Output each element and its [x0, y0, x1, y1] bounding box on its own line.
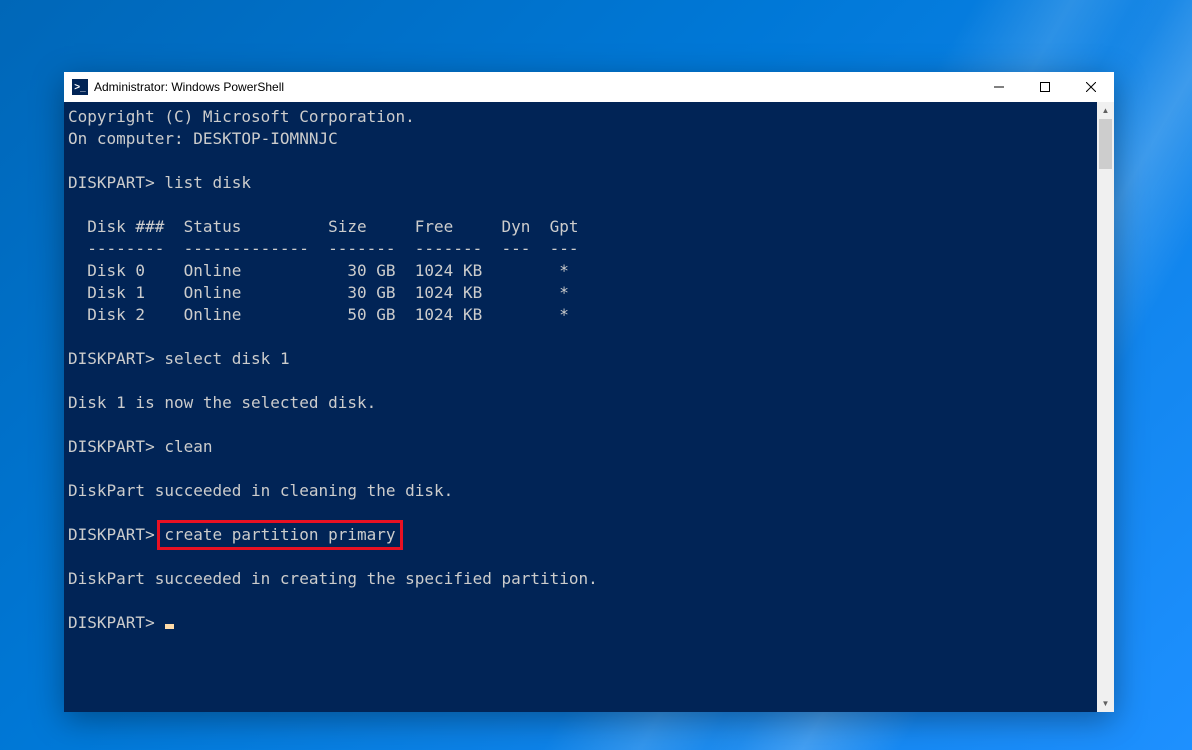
- powershell-icon: >_: [72, 79, 88, 95]
- disk-row: Disk 1 Online 30 GB 1024 KB *: [68, 283, 569, 302]
- scrollbar-thumb[interactable]: [1099, 119, 1112, 169]
- highlighted-command: create partition primary: [157, 520, 402, 550]
- cmd-clean: clean: [164, 437, 212, 456]
- disk-table-divider: -------- ------------- ------- ------- -…: [68, 239, 579, 258]
- window-title: Administrator: Windows PowerShell: [94, 80, 284, 94]
- minimize-button[interactable]: [976, 72, 1022, 102]
- prompt: DISKPART>: [68, 349, 155, 368]
- computer-line: On computer: DESKTOP-IOMNNJC: [68, 129, 338, 148]
- scroll-down-button[interactable]: ▼: [1097, 695, 1114, 712]
- client-area: Copyright (C) Microsoft Corporation. On …: [64, 102, 1114, 712]
- scroll-up-button[interactable]: ▲: [1097, 102, 1114, 119]
- prompt: DISKPART>: [68, 525, 155, 544]
- msg-partition-created: DiskPart succeeded in creating the speci…: [68, 569, 598, 588]
- close-button[interactable]: [1068, 72, 1114, 102]
- disk-table-header: Disk ### Status Size Free Dyn Gpt: [68, 217, 579, 236]
- terminal-output[interactable]: Copyright (C) Microsoft Corporation. On …: [64, 102, 1097, 712]
- disk-row: Disk 2 Online 50 GB 1024 KB *: [68, 305, 569, 324]
- msg-disk-selected: Disk 1 is now the selected disk.: [68, 393, 376, 412]
- prompt: DISKPART>: [68, 437, 155, 456]
- prompt: DISKPART>: [68, 613, 155, 632]
- cmd-select-disk: select disk 1: [164, 349, 289, 368]
- vertical-scrollbar[interactable]: ▲ ▼: [1097, 102, 1114, 712]
- powershell-window: >_ Administrator: Windows PowerShell Cop…: [64, 72, 1114, 712]
- disk-row: Disk 0 Online 30 GB 1024 KB *: [68, 261, 569, 280]
- cursor: [165, 624, 174, 629]
- cmd-list-disk: list disk: [164, 173, 251, 192]
- copyright-line: Copyright (C) Microsoft Corporation.: [68, 107, 415, 126]
- prompt: DISKPART>: [68, 173, 155, 192]
- msg-clean-succeeded: DiskPart succeeded in cleaning the disk.: [68, 481, 453, 500]
- maximize-button[interactable]: [1022, 72, 1068, 102]
- titlebar[interactable]: >_ Administrator: Windows PowerShell: [64, 72, 1114, 102]
